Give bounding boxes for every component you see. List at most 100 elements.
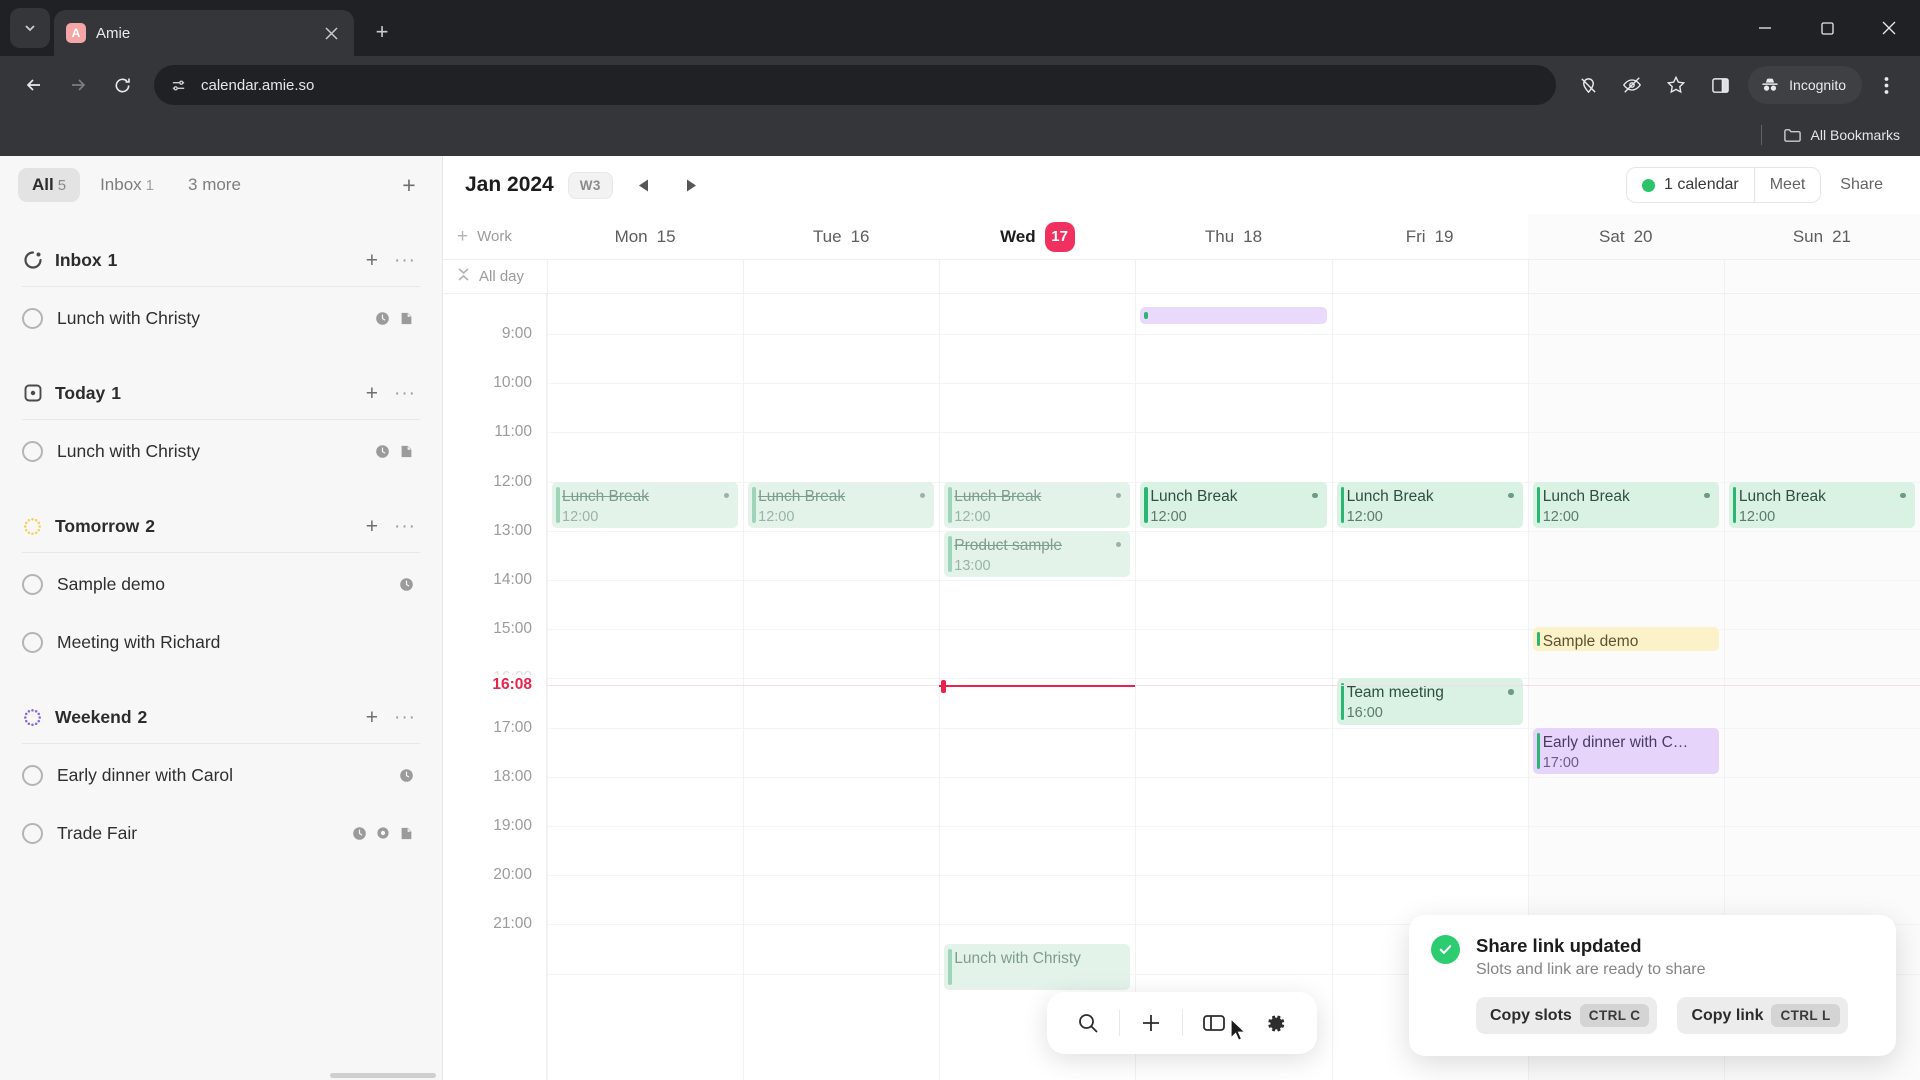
calendar-event[interactable]: Lunch Break 12:00 (1728, 481, 1915, 528)
incognito-indicator[interactable]: Incognito (1748, 66, 1862, 104)
day-header-mon[interactable]: Mon 15 (547, 214, 743, 259)
add-task-button[interactable]: + (366, 707, 378, 728)
calendar-event[interactable]: Lunch Break 12:00 (1336, 481, 1523, 528)
all-day-cell[interactable] (743, 260, 939, 293)
copy-link-button[interactable]: Copy link CTRL L (1677, 997, 1848, 1034)
event-color-bar (948, 535, 952, 572)
collapse-icon[interactable] (457, 266, 470, 288)
eye-off-icon[interactable] (1612, 65, 1652, 105)
day-column-tue[interactable]: Lunch Break 12:00 (743, 294, 940, 1080)
location-blocked-icon[interactable] (1568, 65, 1608, 105)
week-badge[interactable]: W3 (567, 171, 613, 199)
close-icon[interactable] (1858, 0, 1920, 56)
add-task-button[interactable]: + (366, 383, 378, 404)
tab-search-button[interactable] (10, 8, 50, 48)
day-header-fri[interactable]: Fri 19 (1332, 214, 1528, 259)
site-settings-icon[interactable] (170, 77, 187, 94)
calendar-event[interactable] (1140, 306, 1327, 324)
sidebar-tab-all[interactable]: All 5 (18, 168, 81, 202)
plus-icon[interactable]: + (457, 226, 468, 248)
group-menu-button[interactable]: ··· (394, 251, 416, 270)
three-dots-menu-icon[interactable] (1866, 65, 1906, 105)
task-checkbox[interactable] (22, 440, 43, 462)
all-day-cells[interactable] (547, 260, 1920, 293)
group-menu-button[interactable]: ··· (394, 708, 416, 727)
calendar-event[interactable]: Lunch Break 12:00 (1140, 481, 1327, 528)
meet-button[interactable]: Meet (1753, 168, 1821, 202)
all-bookmarks-label[interactable]: All Bookmarks (1811, 127, 1900, 143)
previous-week-button[interactable] (627, 168, 661, 202)
sidebar-scrollbar[interactable] (330, 1073, 436, 1078)
day-name: Wed (1000, 226, 1036, 246)
all-day-cell[interactable] (1135, 260, 1331, 293)
share-button[interactable]: Share (1825, 168, 1898, 202)
day-column-thu[interactable]: Lunch Break 12:00 (1135, 294, 1332, 1080)
bookmark-star-icon[interactable] (1656, 65, 1696, 105)
browser-tab[interactable]: A Amie (54, 10, 354, 56)
calendar-event[interactable]: Sample demo (1532, 626, 1719, 651)
back-arrow-icon[interactable] (14, 65, 54, 105)
new-tab-button[interactable]: + (364, 14, 400, 50)
list-item[interactable]: Meeting with Richard (22, 613, 420, 671)
time-label: 14:00 (493, 571, 532, 588)
search-icon[interactable] (1057, 992, 1119, 1054)
calendar-event[interactable]: Lunch Break 12:00 (944, 481, 1131, 528)
calendar-event[interactable]: Lunch with Christy (944, 944, 1131, 991)
calendar-event[interactable]: Early dinner with Carol 17:00 (1532, 727, 1719, 774)
calendar-event[interactable]: Product sample 13:00 (944, 530, 1131, 577)
reload-icon[interactable] (102, 65, 142, 105)
maximize-icon[interactable] (1796, 0, 1858, 56)
forward-arrow-icon[interactable] (58, 65, 98, 105)
all-day-cell[interactable] (1723, 260, 1920, 293)
day-column-mon[interactable]: Lunch Break 12:00 (547, 294, 744, 1080)
task-checkbox[interactable] (22, 307, 43, 329)
group-header[interactable]: Today 1 + ··· (22, 373, 420, 413)
list-item[interactable]: Trade Fair (22, 804, 420, 862)
day-header-sat[interactable]: Sat 20 (1527, 214, 1724, 259)
sidebar-tab-inbox[interactable]: Inbox 1 (86, 168, 168, 202)
all-day-cell[interactable] (939, 260, 1135, 293)
group-header[interactable]: Weekend 2 + ··· (22, 697, 420, 737)
calendar-count-button[interactable]: 1 calendar (1627, 168, 1754, 202)
group-header[interactable]: Inbox 1 + ··· (22, 240, 420, 280)
list-item[interactable]: Lunch with Christy (22, 422, 420, 480)
calendar-event[interactable]: Lunch Break 12:00 (748, 481, 935, 528)
calendar-meet-group: 1 calendar Meet (1626, 167, 1822, 203)
all-day-cell[interactable] (1331, 260, 1528, 293)
settings-gear-icon[interactable] (1245, 992, 1307, 1054)
group-header[interactable]: Tomorrow 2 + ··· (22, 506, 420, 546)
day-header-thu[interactable]: Thu 18 (1135, 214, 1331, 259)
calendar-color-dot (1642, 178, 1655, 192)
close-tab-icon[interactable] (320, 22, 342, 44)
time-label: 11:00 (494, 423, 532, 441)
all-day-cell[interactable] (1527, 260, 1724, 293)
group-menu-button[interactable]: ··· (394, 384, 416, 403)
day-header-tue[interactable]: Tue 16 (743, 214, 939, 259)
task-checkbox[interactable] (22, 822, 43, 844)
list-item[interactable]: Lunch with Christy (22, 289, 420, 347)
task-checkbox[interactable] (22, 573, 43, 595)
list-item[interactable]: Sample demo (22, 555, 420, 613)
add-list-button[interactable]: + (394, 170, 424, 200)
group-menu-button[interactable]: ··· (394, 517, 416, 536)
add-task-button[interactable]: + (366, 250, 378, 271)
next-week-button[interactable] (675, 168, 709, 202)
day-header-sun[interactable]: Sun 21 (1723, 214, 1920, 259)
day-header-wed[interactable]: Wed 17 (939, 214, 1135, 259)
calendar-event[interactable]: Lunch Break 12:00 (1532, 481, 1719, 528)
address-bar[interactable]: calendar.amie.so (154, 65, 1557, 105)
add-task-button[interactable]: + (366, 516, 378, 537)
task-checkbox[interactable] (22, 764, 43, 786)
all-day-cell[interactable] (547, 260, 743, 293)
task-checkbox[interactable] (22, 631, 43, 653)
panel-toggle-icon[interactable] (1183, 992, 1245, 1054)
hour-gridline (1724, 826, 1920, 827)
calendar-event[interactable]: Lunch Break 12:00 (552, 481, 739, 528)
list-item[interactable]: Early dinner with Carol (22, 746, 420, 804)
event-title: Team meeting (1346, 684, 1444, 702)
side-panel-icon[interactable] (1700, 65, 1740, 105)
add-icon[interactable] (1120, 992, 1182, 1054)
minimize-icon[interactable] (1734, 0, 1796, 56)
sidebar-tab-more[interactable]: 3 more (174, 168, 255, 202)
copy-slots-button[interactable]: Copy slots CTRL C (1476, 997, 1658, 1034)
